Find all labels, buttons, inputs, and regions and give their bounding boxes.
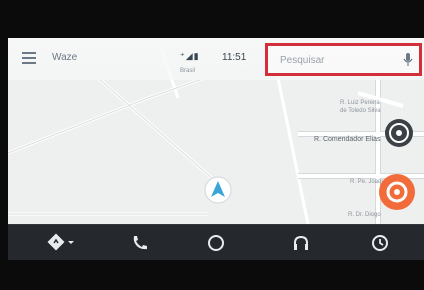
app-title: Waze bbox=[52, 52, 78, 63]
search-input[interactable] bbox=[278, 54, 392, 67]
exit-icon[interactable] bbox=[370, 233, 390, 253]
directions-icon[interactable] bbox=[46, 233, 76, 253]
current-location-arrow-icon bbox=[204, 176, 232, 204]
microphone-icon[interactable] bbox=[403, 52, 413, 68]
headphones-icon[interactable] bbox=[291, 233, 311, 253]
speedometer-button[interactable] bbox=[384, 118, 414, 148]
phone-icon[interactable] bbox=[130, 233, 150, 253]
map-label: de Toledo Silva bbox=[340, 108, 381, 114]
signal-battery-icon: ⁺◢▮ bbox=[180, 51, 200, 61]
top-bar: Waze ⁺◢▮ 11:51 Brasil bbox=[8, 38, 424, 80]
search-bar[interactable] bbox=[265, 43, 422, 76]
status-sub-label: Brasil bbox=[180, 68, 196, 74]
report-button[interactable] bbox=[378, 173, 416, 211]
home-circle-icon[interactable] bbox=[206, 233, 226, 253]
map-label: R. Luiz Pereira bbox=[340, 100, 380, 106]
bottom-navigation-bar bbox=[8, 224, 424, 260]
menu-icon[interactable] bbox=[22, 52, 36, 64]
map-label: R. Dr. Diogo bbox=[348, 212, 381, 218]
android-auto-screen: R. Luiz Pereira de Toledo Silva R. Comen… bbox=[8, 38, 424, 260]
clock: 11:51 bbox=[222, 52, 247, 63]
street-label: R. Comendador Elias bbox=[314, 136, 381, 143]
